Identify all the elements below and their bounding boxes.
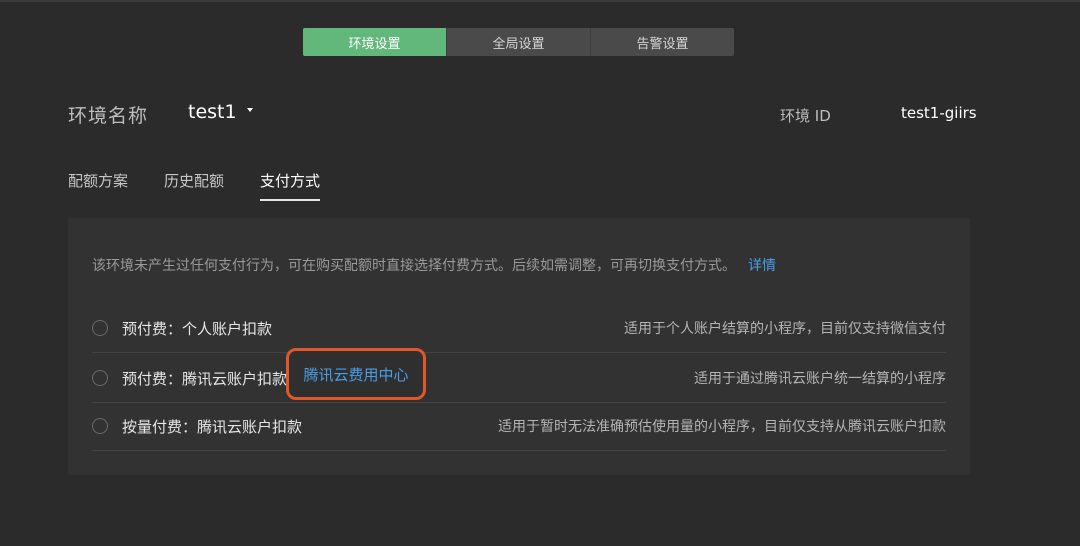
- env-select-value: test1: [188, 101, 237, 123]
- tencent-cloud-billing-link[interactable]: 腾讯云费用中心: [303, 364, 408, 385]
- tab-env-settings[interactable]: 环境设置: [303, 28, 446, 56]
- option-label: 按量付费：腾讯云账户扣款: [122, 417, 303, 436]
- radio-button[interactable]: [92, 418, 108, 434]
- radio-button[interactable]: [92, 320, 108, 336]
- tab-global-settings[interactable]: 全局设置: [446, 28, 590, 56]
- sub-tabs: 配额方案 历史配额 支付方式: [68, 170, 356, 201]
- payment-option-row[interactable]: 预付费：个人账户扣款 适用于个人账户结算的小程序，目前仅支持微信支付: [92, 304, 946, 353]
- tab-alert-settings[interactable]: 告警设置: [590, 28, 734, 56]
- settings-tabs: 环境设置 全局设置 告警设置: [303, 28, 734, 56]
- option-description: 适用于个人账户结算的小程序，目前仅支持微信支付: [624, 321, 946, 337]
- payment-option-row[interactable]: 按量付费：腾讯云账户扣款 适用于暂时无法准确预估使用量的小程序，目前仅支持从腾讯…: [92, 402, 946, 451]
- env-name-label: 环境名称: [68, 105, 149, 127]
- option-label: 预付费：腾讯云账户扣款: [122, 369, 288, 388]
- option-label: 预付费：个人账户扣款: [122, 319, 273, 338]
- payment-panel: 该环境未产生过任何支付行为，可在购买配额时直接选择付费方式。后续如需调整，可再切…: [68, 218, 970, 475]
- top-divider: [0, 0, 1080, 2]
- caret-down-icon: [246, 108, 253, 112]
- env-id-label: 环境 ID: [780, 107, 831, 125]
- env-select[interactable]: test1: [188, 101, 253, 123]
- env-id-value: test1-giirs: [901, 104, 977, 122]
- radio-button[interactable]: [92, 370, 108, 386]
- option-description: 适用于暂时无法准确预估使用量的小程序，目前仅支持从腾讯云账户扣款: [498, 419, 946, 435]
- notice-text: 该环境未产生过任何支付行为，可在购买配额时直接选择付费方式。后续如需调整，可再切…: [92, 258, 736, 274]
- highlight-annotation: 腾讯云费用中心: [286, 348, 426, 400]
- payment-option-row[interactable]: 预付费：腾讯云账户扣款 适用于通过腾讯云账户统一结算的小程序: [92, 354, 946, 403]
- subtab-quota-plan[interactable]: 配额方案: [68, 170, 128, 201]
- details-link[interactable]: 详情: [748, 258, 776, 274]
- subtab-quota-history[interactable]: 历史配额: [164, 170, 224, 201]
- option-description: 适用于通过腾讯云账户统一结算的小程序: [694, 371, 946, 387]
- subtab-payment-method[interactable]: 支付方式: [260, 170, 321, 201]
- payment-notice: 该环境未产生过任何支付行为，可在购买配额时直接选择付费方式。后续如需调整，可再切…: [92, 255, 776, 275]
